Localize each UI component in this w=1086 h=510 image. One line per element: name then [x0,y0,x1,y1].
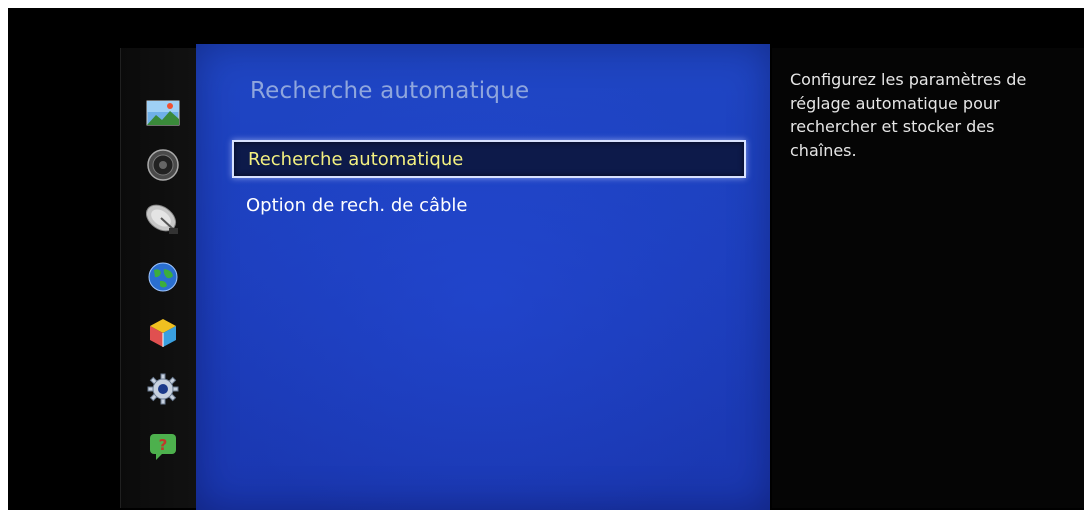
tv-screen: ? Recherche automatique Recherche automa… [8,8,1084,510]
help-description: Configurez les paramètres de réglage aut… [790,70,1027,160]
menu-title: Recherche automatique [250,78,530,104]
sound-icon[interactable] [146,148,180,182]
menu-item-label: Recherche automatique [248,149,464,170]
settings-gear-icon[interactable] [146,372,180,406]
menu-item-label: Option de rech. de câble [246,195,468,216]
help-panel: Configurez les paramètres de réglage aut… [772,48,1084,508]
picture-icon[interactable] [146,96,180,130]
network-globe-icon[interactable] [146,260,180,294]
satellite-dish-icon[interactable] [146,202,180,236]
help-icon[interactable]: ? [146,428,180,462]
menu-item-auto-search[interactable]: Recherche automatique [232,140,746,178]
smart-hub-cube-icon[interactable] [146,316,180,350]
menu-item-cable-search-option[interactable]: Option de rech. de câble [232,188,746,226]
svg-text:?: ? [159,436,168,454]
auto-tuning-menu: Recherche automatique Recherche automati… [196,44,770,510]
